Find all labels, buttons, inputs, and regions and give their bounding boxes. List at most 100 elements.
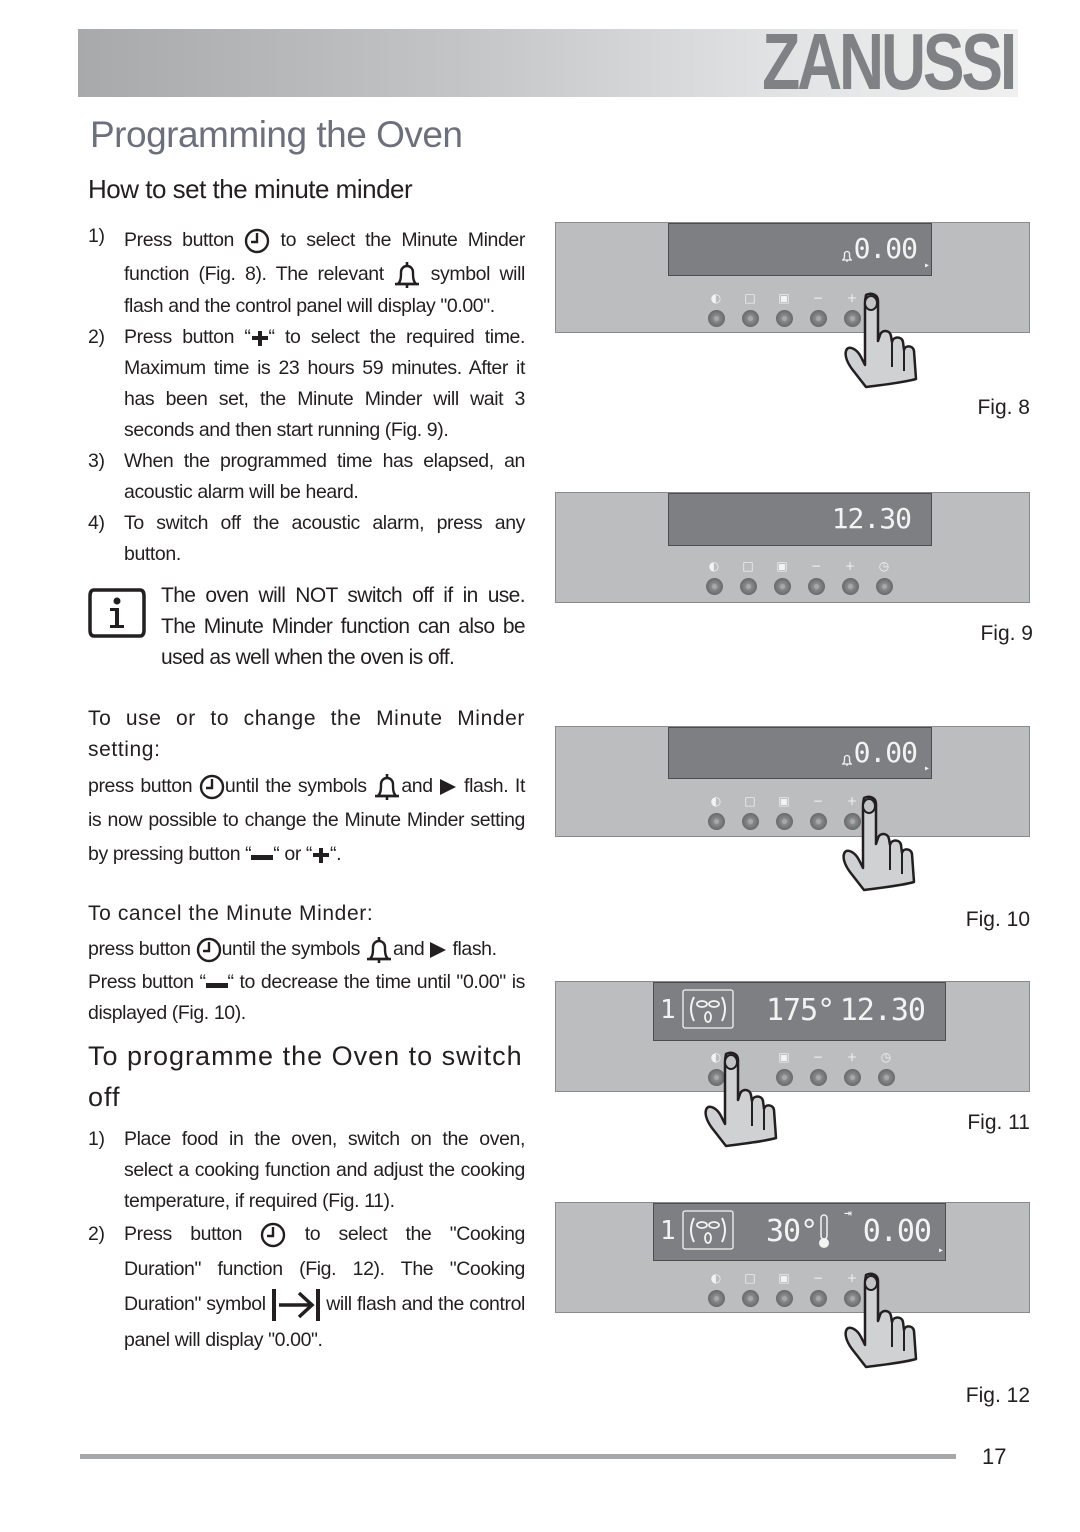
plus-button[interactable]: +: [833, 559, 867, 595]
minus-button[interactable]: −: [801, 1050, 835, 1086]
minute-minder-steps: 1) Press button to select the Minute Min…: [88, 221, 525, 570]
figure-label: Fig. 12: [965, 1384, 1030, 1407]
light-button[interactable]: □: [731, 559, 765, 595]
power-button[interactable]: ◐: [699, 291, 733, 327]
power-icon: ◐: [710, 1271, 722, 1285]
function-button[interactable]: ▣: [767, 1271, 801, 1307]
button-knob[interactable]: [809, 1069, 827, 1086]
arrow-indicator-icon: ▸: [923, 763, 930, 774]
power-icon: ◐: [710, 794, 722, 808]
step-4: 4) To switch off the acoustic alarm, pre…: [88, 508, 525, 570]
footer-divider: [80, 1454, 956, 1459]
minus-button[interactable]: −: [801, 794, 835, 830]
minus-icon: −: [812, 1050, 824, 1064]
step-3: 3) When the programmed time has elapsed,…: [88, 446, 525, 508]
figure-label: Fig. 11: [967, 1111, 1030, 1134]
button-knob[interactable]: [775, 310, 793, 327]
button-knob[interactable]: [773, 578, 791, 595]
temperature-readout: 30°: [766, 1214, 818, 1249]
button-knob[interactable]: [741, 310, 759, 327]
button-knob[interactable]: [739, 578, 757, 595]
step-number: 1): [88, 1128, 105, 1150]
button-knob[interactable]: [741, 813, 759, 830]
power-button[interactable]: ◐: [699, 1271, 733, 1307]
function-button[interactable]: ▣: [767, 291, 801, 327]
button-knob[interactable]: [877, 1069, 895, 1086]
button-knob[interactable]: [807, 578, 825, 595]
bell-icon: [373, 771, 401, 803]
section-change: To use or to change the Minute Minder se…: [88, 703, 525, 871]
button-knob[interactable]: [707, 310, 725, 327]
light-icon: □: [742, 559, 754, 573]
minus-button[interactable]: −: [799, 559, 833, 595]
light-button[interactable]: □: [733, 291, 767, 327]
button-knob[interactable]: [875, 578, 893, 595]
play-arrow-icon: [439, 778, 457, 796]
minus-icon: −: [812, 794, 824, 808]
info-icon: [88, 586, 146, 645]
cancel-text-2: Press button ““ to decrease the time unt…: [88, 967, 525, 1029]
power-icon: ◐: [710, 291, 722, 305]
light-icon: □: [744, 794, 756, 808]
minus-icon: −: [810, 559, 822, 573]
function-number: 1: [660, 995, 676, 1025]
info-note: The oven will NOT switch off if in use. …: [88, 580, 526, 673]
button-knob[interactable]: [809, 813, 827, 830]
text: flash.: [452, 938, 497, 960]
minus-icon: −: [812, 1271, 824, 1285]
bell-indicator-icon: [841, 248, 853, 267]
time-readout: 12.30: [831, 502, 912, 535]
power-button[interactable]: ◐: [697, 559, 731, 595]
cancel-text: press button until the symbols and flash…: [88, 932, 525, 967]
button-knob[interactable]: [775, 813, 793, 830]
text: and: [393, 938, 425, 960]
plus-icon: +: [846, 1050, 858, 1064]
function-number: 1: [660, 1216, 676, 1246]
button-knob[interactable]: [705, 578, 723, 595]
switch-off-step-1: 1) Place food in the oven, switch on the…: [88, 1124, 525, 1217]
function-icon: ▣: [778, 794, 790, 808]
function-icon: ▣: [778, 1271, 790, 1285]
button-knob[interactable]: [809, 1290, 827, 1307]
power-button[interactable]: ◐: [699, 794, 733, 830]
arrow-indicator-icon: ▸: [923, 260, 930, 271]
power-icon: ◐: [708, 559, 720, 573]
bell-icon: [393, 259, 421, 291]
plus-icon: [312, 846, 330, 864]
section-title-cancel: To cancel the Minute Minder:: [88, 902, 374, 925]
text: and: [401, 775, 433, 797]
light-button[interactable]: □: [733, 1271, 767, 1307]
button-knob[interactable]: [841, 578, 859, 595]
section-cancel: To cancel the Minute Minder: press butto…: [88, 898, 525, 1029]
section-title-minute-minder: How to set the minute minder: [88, 174, 413, 204]
step-number: 2): [88, 326, 105, 348]
button-knob[interactable]: [843, 1069, 861, 1086]
switch-off-step-2: 2) Press button to select the "Cooking D…: [88, 1217, 525, 1358]
arrow-indicator-icon: ▸: [937, 1245, 944, 1256]
clock-icon: [196, 937, 222, 963]
minus-button[interactable]: −: [801, 1271, 835, 1307]
function-button[interactable]: ▣: [765, 559, 799, 595]
fan-function-icon: [682, 1210, 734, 1254]
plus-button[interactable]: +: [835, 1050, 869, 1086]
clock-button[interactable]: ◷: [867, 559, 901, 595]
button-knob[interactable]: [707, 813, 725, 830]
button-knob[interactable]: [809, 310, 827, 327]
section-title-change: To use or to change the Minute Minder se…: [88, 707, 525, 761]
change-text: press button until the symbols and flash…: [88, 769, 525, 871]
clock-button[interactable]: ◷: [869, 1050, 903, 1086]
clock-icon: [260, 1222, 286, 1248]
function-icon: ▣: [776, 559, 788, 573]
text: “ or “: [273, 843, 313, 865]
button-row: ◐ □ ▣ − + ◷: [697, 559, 901, 595]
step-1: 1) Press button to select the Minute Min…: [88, 221, 525, 322]
minus-button[interactable]: −: [801, 291, 835, 327]
function-button[interactable]: ▣: [767, 794, 801, 830]
button-knob[interactable]: [741, 1290, 759, 1307]
control-panel-figure: 12.30 ◐ □ ▣ − + ◷: [555, 492, 1030, 603]
clock-icon: [244, 228, 270, 254]
pressing-hand-icon: [844, 291, 934, 396]
button-knob[interactable]: [775, 1290, 793, 1307]
button-knob[interactable]: [707, 1290, 725, 1307]
light-button[interactable]: □: [733, 794, 767, 830]
